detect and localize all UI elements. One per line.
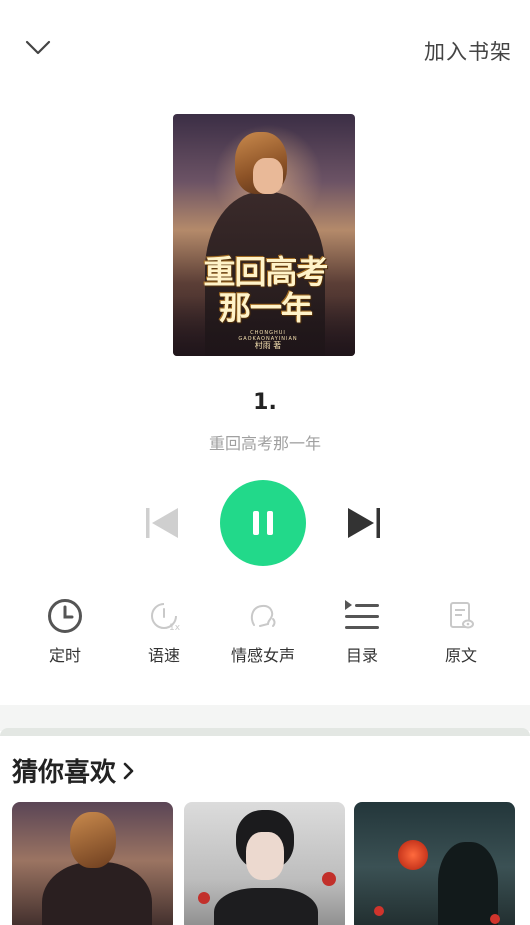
- next-chapter-button[interactable]: [346, 505, 382, 541]
- collapse-button[interactable]: [22, 34, 54, 62]
- skip-next-icon: [348, 508, 380, 538]
- timer-icon: [48, 599, 82, 633]
- catalog-label: 目录: [345, 646, 378, 665]
- top-bar: 加入书架: [0, 0, 530, 100]
- pause-button[interactable]: [220, 480, 306, 566]
- voice-label: 情感女声: [230, 646, 295, 665]
- chevron-right-icon: [123, 762, 134, 779]
- cover-author: 村雨 著: [254, 341, 282, 350]
- book-name: 重回高考那一年: [208, 434, 321, 453]
- timer-button[interactable]: 定时: [17, 596, 113, 676]
- book-cover: 重回高考 那一年 CHONGHUI GAOKAONAYINIAN 村雨 著: [173, 114, 355, 356]
- recommend-title[interactable]: 猜你喜欢: [12, 752, 136, 789]
- previous-chapter-button[interactable]: [144, 505, 180, 541]
- chapter-title: 1.: [253, 390, 277, 415]
- add-to-shelf-button[interactable]: 加入书架: [424, 36, 512, 66]
- catalog-icon: [345, 600, 379, 629]
- recommend-list: [12, 802, 530, 925]
- original-text-icon: [450, 602, 474, 629]
- original-text-label: 原文: [444, 646, 477, 665]
- recommend-book-card[interactable]: [12, 802, 173, 925]
- speed-label: 语速: [147, 646, 180, 665]
- voice-icon: [250, 604, 276, 627]
- chevron-down-icon: [25, 40, 51, 55]
- svg-text:1x: 1x: [169, 623, 181, 633]
- voice-button[interactable]: 情感女声: [215, 596, 311, 676]
- recommend-title-text: 猜你喜欢: [12, 758, 117, 788]
- cover-title: 重回高考 那一年: [203, 253, 328, 327]
- pause-icon: [253, 511, 273, 535]
- section-divider-edge: [0, 728, 530, 736]
- recommend-book-card[interactable]: [354, 802, 515, 925]
- timer-label: 定时: [48, 646, 81, 665]
- skip-previous-icon: [146, 508, 178, 538]
- original-text-button[interactable]: 原文: [413, 596, 509, 676]
- speed-button[interactable]: 1x 语速: [116, 596, 212, 676]
- player-tools: 定时 1x 语速 情感女声 目录 原文: [0, 596, 530, 676]
- recommend-book-card[interactable]: [184, 802, 345, 925]
- speed-icon: 1x: [151, 603, 181, 633]
- catalog-button[interactable]: 目录: [314, 596, 410, 676]
